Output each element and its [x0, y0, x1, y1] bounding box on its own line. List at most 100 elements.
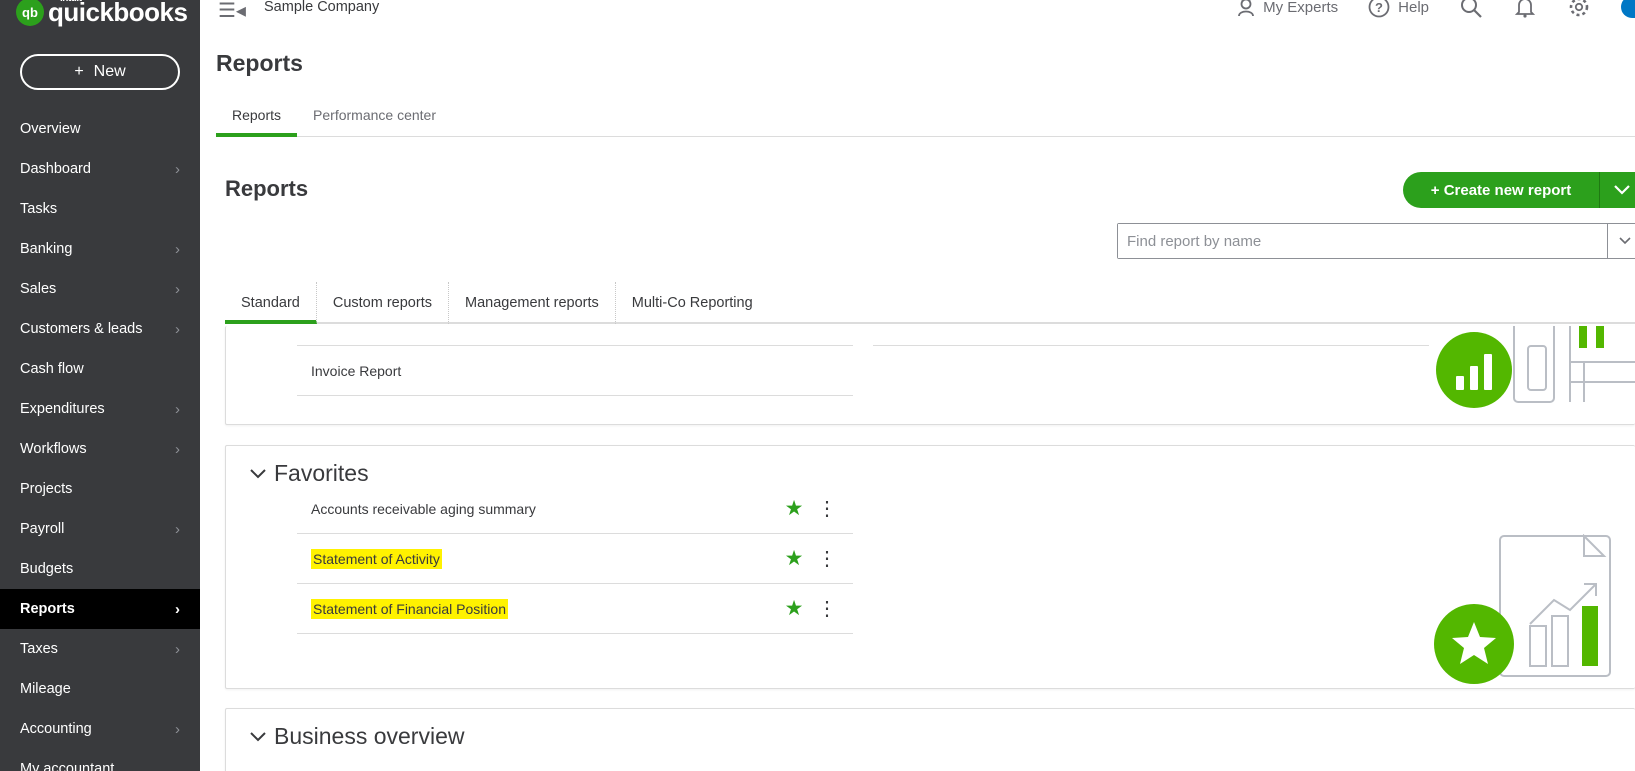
chevron-right-icon: ›	[175, 440, 180, 458]
sidebar-item-label: Customers & leads	[20, 321, 143, 337]
report-link[interactable]: Accounts receivable aging summary	[311, 501, 783, 517]
sidebar-item-label: Mileage	[20, 681, 71, 697]
create-new-report-button-group: + Create new report	[1403, 172, 1635, 208]
star-icon[interactable]: ★	[783, 496, 805, 521]
sidebar-item-label: Dashboard	[20, 161, 91, 177]
sidebar-item-budgets[interactable]: Budgets	[0, 549, 200, 589]
more-options-icon[interactable]: ⋮	[817, 549, 837, 569]
settings-button[interactable]	[1567, 0, 1591, 18]
business-overview-header[interactable]: Business overview	[250, 723, 464, 750]
experts-icon	[1238, 0, 1255, 17]
sidebar-item-tasks[interactable]: Tasks	[0, 189, 200, 229]
sidebar-item-label: Reports	[20, 601, 75, 617]
tab-performance-center[interactable]: Performance center	[297, 103, 452, 137]
list-item[interactable]: Accounts receivable aging summary ★ ⋮	[297, 484, 853, 534]
report-name: Accounts receivable aging summary	[311, 500, 536, 517]
my-experts-link[interactable]: My Experts	[1237, 0, 1338, 17]
report-name: Statement of Activity	[311, 548, 442, 569]
bell-icon	[1515, 0, 1535, 18]
sidebar-item-label: Projects	[20, 481, 73, 497]
create-new-report-button[interactable]: + Create new report	[1403, 172, 1600, 208]
favorites-card: Favorites Accounts receivable aging summ…	[225, 445, 1635, 689]
quickbooks-logo[interactable]: qb intuit quickbooks	[16, 0, 188, 30]
sidebar-item-payroll[interactable]: Payroll ›	[0, 509, 200, 549]
sidebar-item-workflows[interactable]: Workflows ›	[0, 429, 200, 469]
more-options-icon[interactable]: ⋮	[817, 599, 837, 619]
sidebar-item-mileage[interactable]: Mileage	[0, 669, 200, 709]
sidebar-item-projects[interactable]: Projects	[0, 469, 200, 509]
report-type-tabs: Standard Custom reports Management repor…	[225, 282, 1635, 324]
tab-custom-reports[interactable]: Custom reports	[317, 282, 449, 324]
search-icon	[1461, 0, 1482, 18]
quickbooks-logo-icon: qb	[16, 0, 44, 26]
sidebar-item-accounting[interactable]: Accounting ›	[0, 709, 200, 749]
sidebar-item-customers-leads[interactable]: Customers & leads ›	[0, 309, 200, 349]
create-report-dropdown-button[interactable]	[1600, 172, 1635, 208]
chevron-right-icon: ›	[175, 320, 180, 338]
list-item[interactable]: Statement of Financial Position ★ ⋮	[297, 584, 853, 634]
search-dropdown-toggle[interactable]	[1607, 224, 1635, 258]
list-item[interactable]: Statement of Activity ★ ⋮	[297, 534, 853, 584]
chevron-right-icon: ›	[175, 720, 180, 738]
sidebar-item-label: Payroll	[20, 521, 65, 537]
more-options-icon[interactable]: ⋮	[817, 499, 837, 519]
report-illustration	[1436, 326, 1635, 408]
tab-reports[interactable]: Reports	[216, 103, 298, 137]
business-overview-title: Business overview	[274, 723, 465, 749]
avatar[interactable]	[1621, 0, 1635, 18]
search-button[interactable]	[1459, 0, 1483, 18]
favorites-title: Favorites	[274, 460, 369, 486]
chevron-right-icon: ›	[175, 160, 180, 178]
favorites-header[interactable]: Favorites	[250, 460, 369, 487]
reports-section-title: Reports	[225, 176, 309, 201]
report-name: Statement of Financial Position	[311, 598, 508, 619]
tab-management-reports[interactable]: Management reports	[449, 282, 616, 324]
chevron-right-icon: ›	[175, 280, 180, 298]
star-icon[interactable]: ★	[783, 546, 805, 571]
sidebar-item-label: Workflows	[20, 441, 87, 457]
plus-icon: +	[74, 63, 84, 80]
chevron-right-icon: ›	[175, 520, 180, 538]
chevron-down-icon	[1618, 237, 1631, 245]
my-experts-label: My Experts	[1263, 0, 1339, 16]
report-link[interactable]: Statement of Activity	[311, 548, 783, 569]
favorites-illustration	[1434, 534, 1611, 684]
chevron-right-icon: ›	[175, 640, 180, 658]
sidebar-item-expenditures[interactable]: Expenditures ›	[0, 389, 200, 429]
company-name: Sample Company	[264, 0, 380, 15]
tab-standard[interactable]: Standard	[225, 282, 317, 324]
sidebar-item-label: Tasks	[20, 201, 58, 217]
report-link[interactable]: Statement of Financial Position	[311, 598, 783, 619]
new-button[interactable]: + New	[20, 54, 180, 90]
menu-collapse-icon[interactable]: ☰◂	[218, 0, 246, 23]
help-label: Help	[1398, 0, 1429, 16]
sidebar-item-cash-flow[interactable]: Cash flow	[0, 349, 200, 389]
star-icon[interactable]: ★	[783, 596, 805, 621]
sidebar-item-label: Overview	[20, 121, 81, 137]
top-bar: ☰◂ Sample Company My Experts ? Help	[200, 0, 1635, 30]
sidebar-item-dashboard[interactable]: Dashboard ›	[0, 149, 200, 189]
chevron-down-icon	[1613, 185, 1630, 195]
report-link-invoice-report[interactable]: Invoice Report	[311, 363, 853, 379]
find-report-input[interactable]	[1118, 224, 1607, 258]
list-item[interactable]: Invoice Report	[297, 346, 853, 396]
tab-multi-co-reporting[interactable]: Multi-Co Reporting	[616, 282, 769, 324]
sidebar-item-overview[interactable]: Overview	[0, 109, 200, 149]
sidebar-item-banking[interactable]: Banking ›	[0, 229, 200, 269]
sidebar-item-label: Cash flow	[20, 361, 84, 377]
sidebar-item-my-accountant[interactable]: My accountant	[0, 749, 200, 771]
sidebar-item-sales[interactable]: Sales ›	[0, 269, 200, 309]
gear-icon	[1569, 0, 1589, 17]
business-overview-card: Business overview	[225, 708, 1635, 771]
help-link[interactable]: ? Help	[1368, 0, 1429, 18]
logo-brand-text: quickbooks	[48, 0, 188, 27]
sidebar-item-label: Expenditures	[20, 401, 105, 417]
main-tabs: Reports Performance center	[216, 103, 1635, 137]
row-divider	[873, 345, 1429, 346]
sidebar: qb intuit quickbooks + New Overview Dash…	[0, 0, 200, 771]
notifications-button[interactable]	[1513, 0, 1537, 18]
sidebar-nav: Overview Dashboard › Tasks Banking › Sales…	[0, 109, 200, 771]
chevron-down-icon	[250, 731, 266, 741]
sidebar-item-taxes[interactable]: Taxes ›	[0, 629, 200, 669]
sidebar-item-reports[interactable]: Reports ›	[0, 589, 200, 629]
